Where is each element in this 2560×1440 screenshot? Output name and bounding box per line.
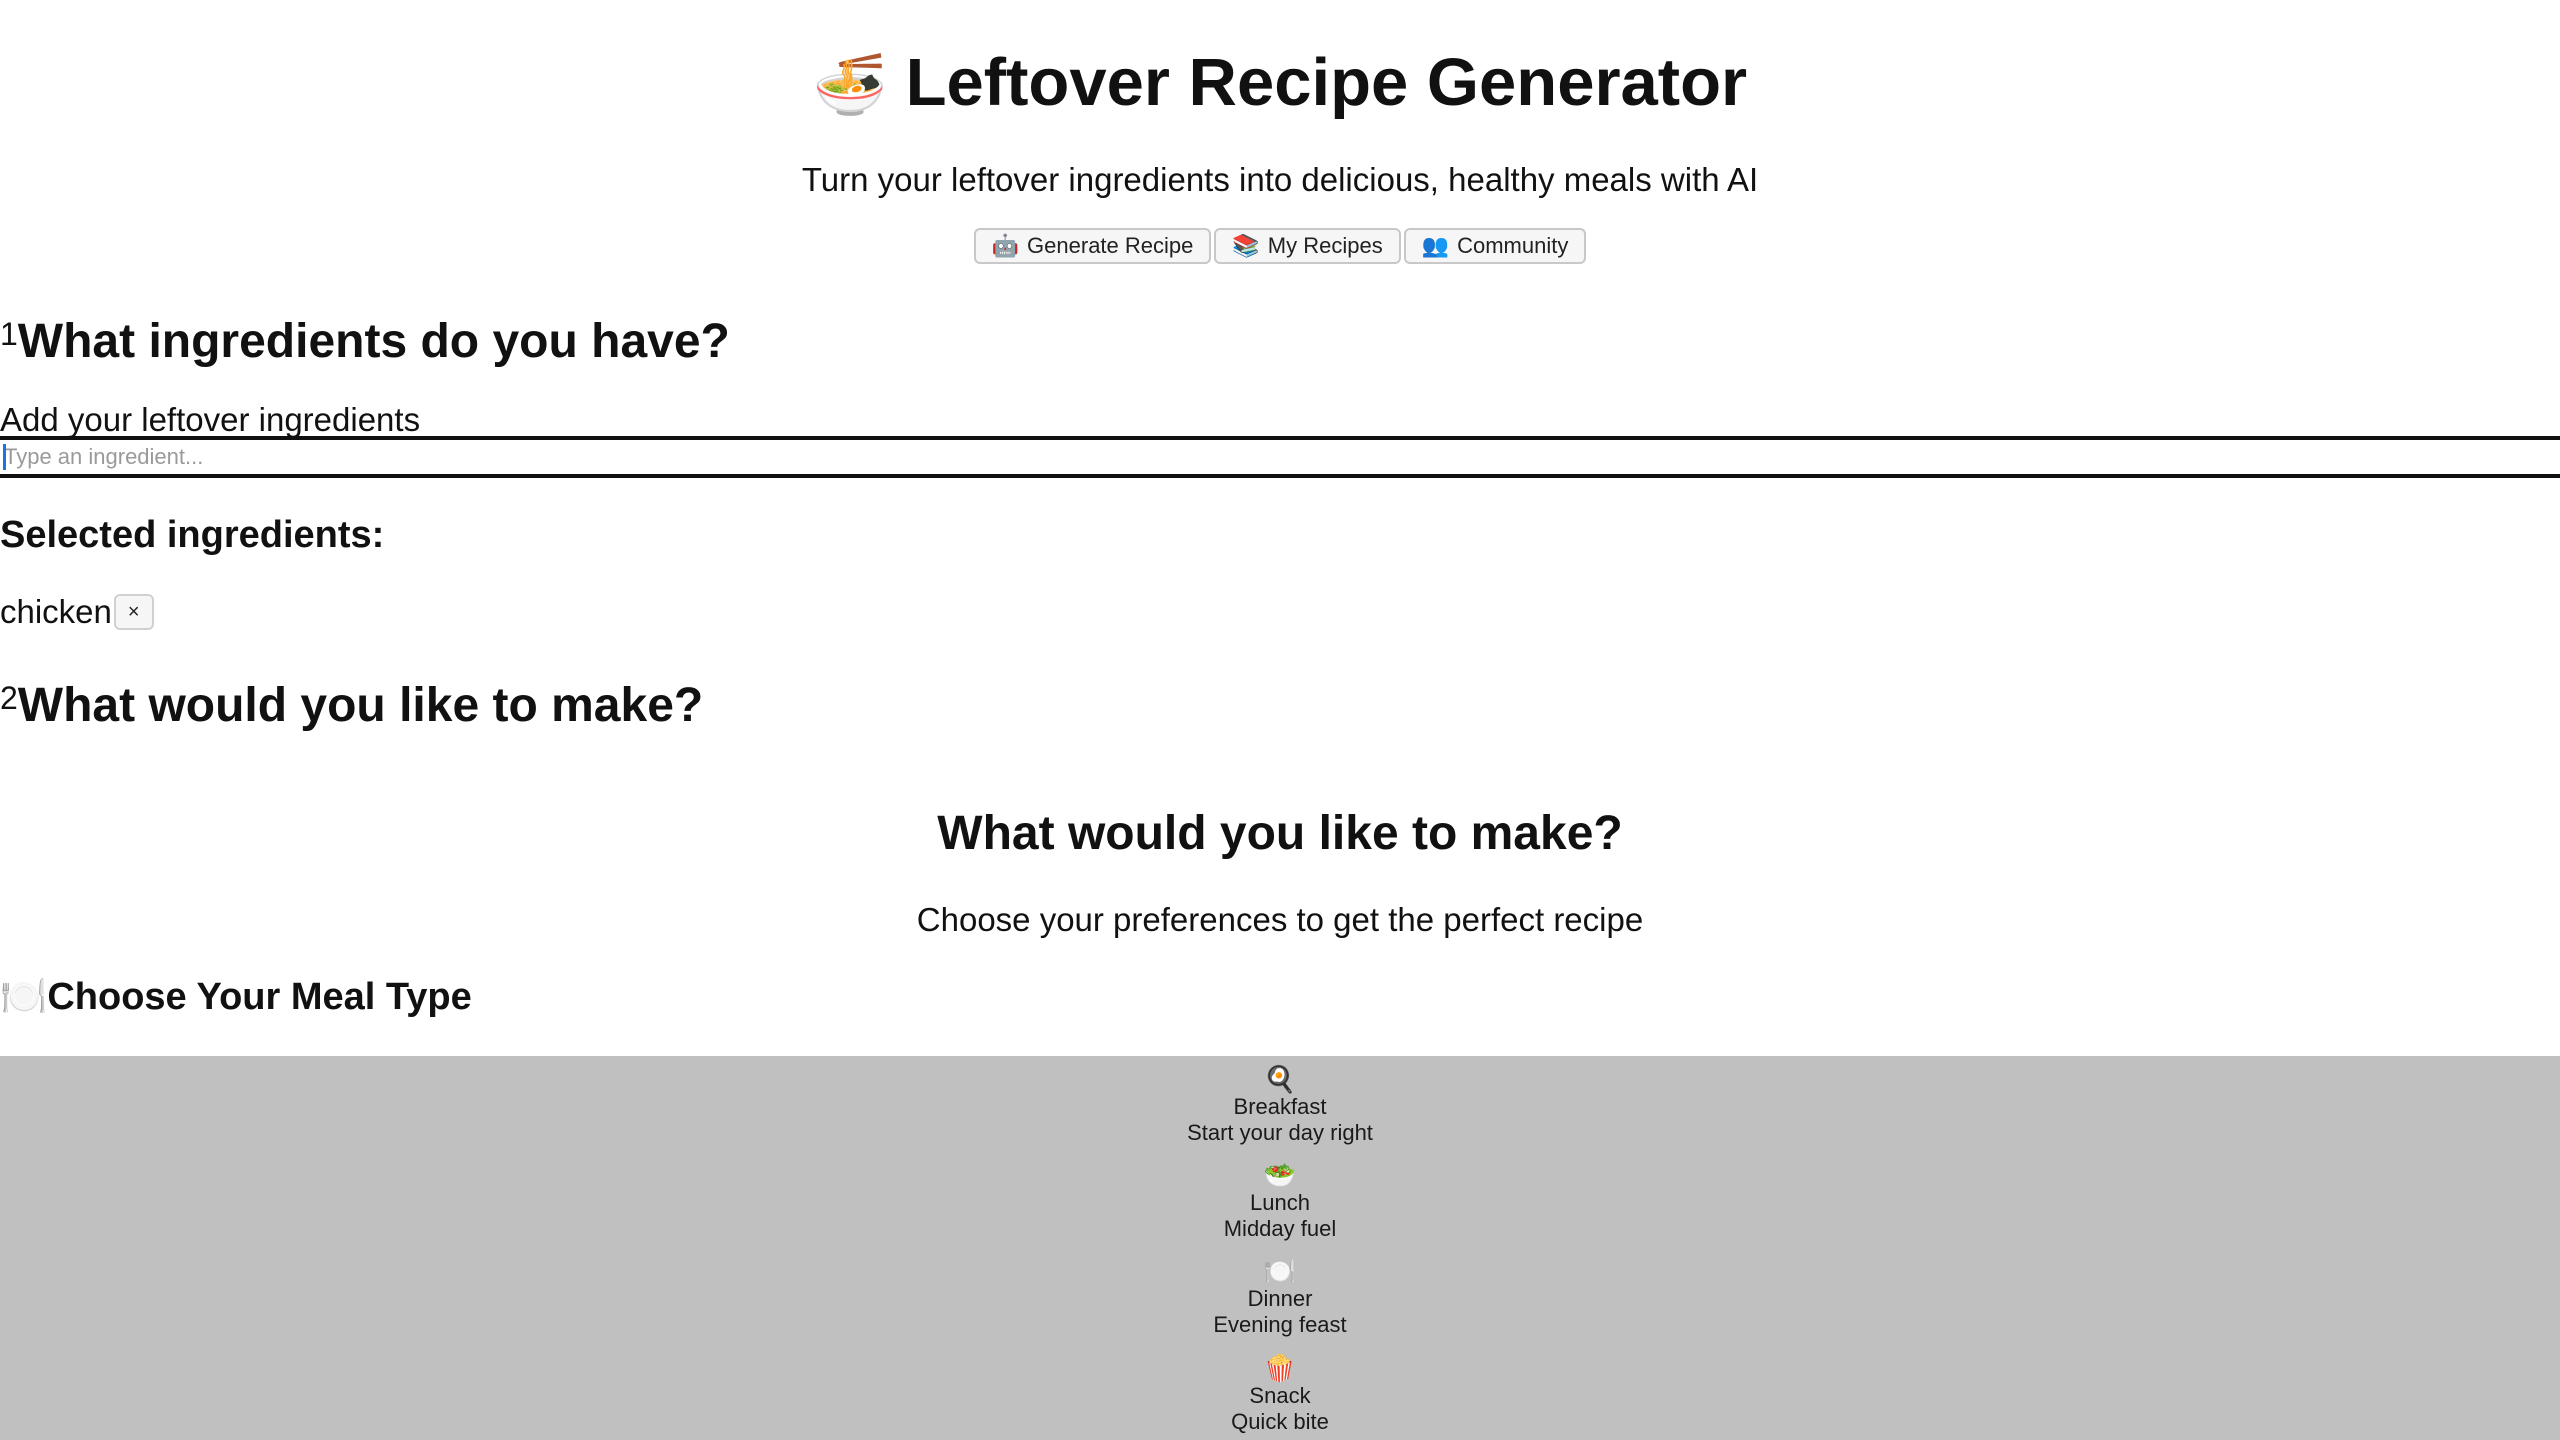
noodle-bowl-icon: 🍜	[812, 51, 888, 118]
preferences-subtitle: Choose your preferences to get the perfe…	[916, 901, 1644, 938]
my-recipes-button[interactable]: 📚 My Recipes	[1214, 228, 1401, 264]
meal-option-lunch[interactable]: 🥗 Lunch Midday fuel	[0, 1160, 2560, 1242]
ingredient-tag: chicken ×	[0, 590, 154, 634]
page-title-text: Leftover Recipe Generator	[905, 45, 1748, 120]
plate-cutlery-icon: 🍽️	[0, 976, 48, 1018]
step1-number: 1	[0, 316, 18, 352]
preferences-heading: What would you like to make?	[937, 807, 1623, 860]
text-caret	[3, 444, 6, 470]
step2-heading: 2What would you like to make?	[0, 666, 703, 738]
ingredient-tag-label: chicken	[0, 593, 112, 630]
frying-pan-icon: 🍳	[1263, 1064, 1297, 1094]
main-nav: 🤖 Generate Recipe 📚 My Recipes 👥 Community	[0, 228, 2560, 264]
salad-icon: 🥗	[1263, 1160, 1297, 1190]
meal-option-snack[interactable]: 🍿 Snack Quick bite	[0, 1353, 2560, 1435]
step2-number: 2	[0, 680, 18, 716]
selected-ingredients-heading: Selected ingredients:	[0, 514, 385, 556]
my-recipes-label: My Recipes	[1267, 233, 1383, 258]
meal-type-options: 🍳 Breakfast Start your day right 🥗 Lunch…	[0, 1056, 2560, 1440]
meal-option-breakfast[interactable]: 🍳 Breakfast Start your day right	[0, 1064, 2560, 1146]
community-button[interactable]: 👥 Community	[1403, 228, 1587, 264]
step1-title: What ingredients do you have?	[17, 315, 730, 368]
plate-icon: 🍽️	[1263, 1256, 1297, 1286]
books-icon: 📚	[1232, 233, 1260, 258]
meal-option-desc: Start your day right	[1187, 1120, 1373, 1145]
community-label: Community	[1457, 233, 1569, 258]
people-icon: 👥	[1421, 233, 1450, 258]
generate-recipe-button[interactable]: 🤖 Generate Recipe	[973, 228, 1212, 264]
meal-type-heading-text: Choose Your Meal Type	[47, 976, 472, 1018]
meal-option-desc: Quick bite	[1231, 1409, 1329, 1434]
ingredient-input[interactable]	[0, 436, 2560, 478]
robot-icon: 🤖	[991, 233, 1020, 258]
page-title: 🍜 Leftover Recipe Generator	[0, 38, 2560, 130]
step2-title: What would you like to make?	[17, 679, 704, 732]
generate-recipe-label: Generate Recipe	[1027, 233, 1194, 258]
meal-type-heading: 🍽️Choose Your Meal Type	[0, 970, 472, 1024]
meal-option-desc: Midday fuel	[1223, 1216, 1337, 1241]
meal-option-name: Dinner	[1247, 1286, 1313, 1311]
meal-option-desc: Evening feast	[1213, 1312, 1347, 1337]
step1-heading: 1What ingredients do you have?	[0, 302, 730, 374]
page-subtitle: Turn your leftover ingredients into deli…	[801, 161, 1759, 198]
meal-option-name: Breakfast	[1233, 1094, 1327, 1119]
meal-option-name: Lunch	[1250, 1190, 1310, 1215]
meal-option-dinner[interactable]: 🍽️ Dinner Evening feast	[0, 1256, 2560, 1338]
popcorn-icon: 🍿	[1263, 1353, 1297, 1383]
remove-ingredient-button[interactable]: ×	[113, 594, 154, 630]
meal-option-name: Snack	[1249, 1383, 1311, 1408]
